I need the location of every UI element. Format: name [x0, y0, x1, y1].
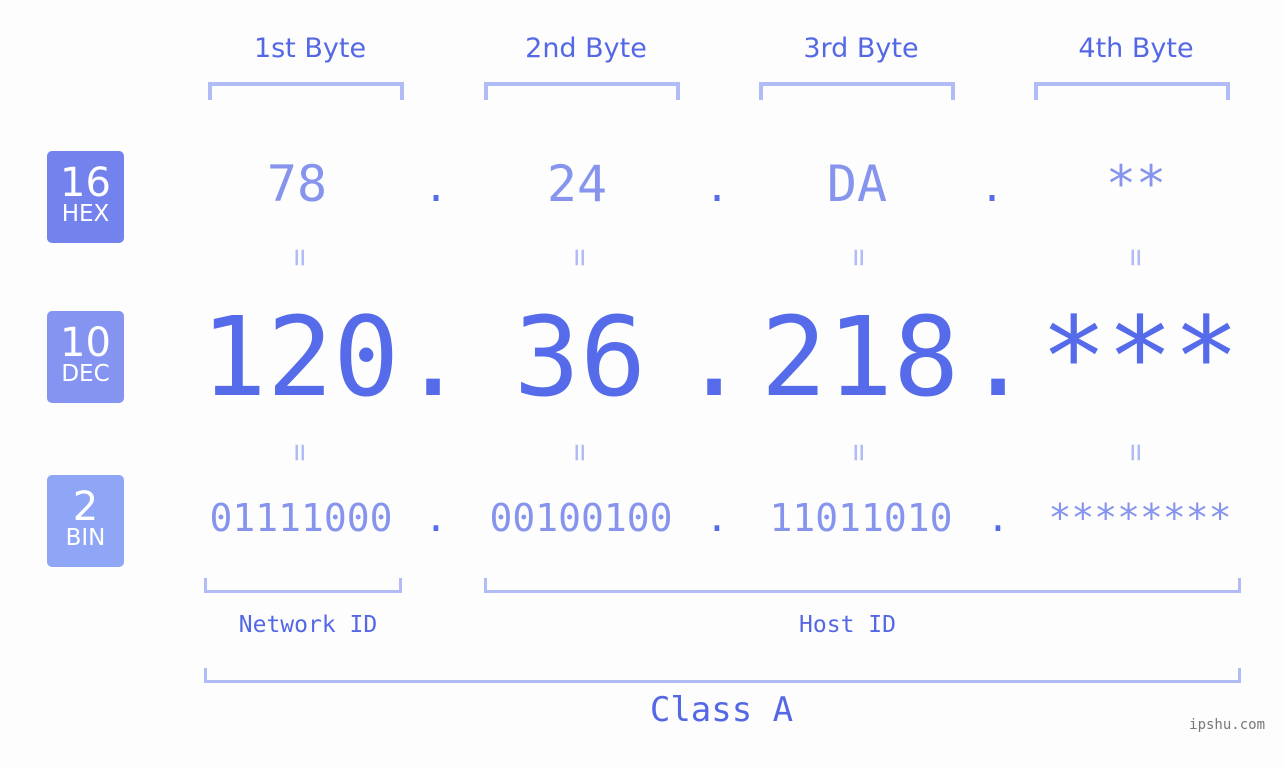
equals-icon: =: [841, 248, 877, 267]
watermark: ipshu.com: [1189, 717, 1265, 733]
bin-byte-4: ********: [1048, 496, 1232, 540]
network-id-label: Network ID: [238, 612, 378, 638]
hex-separator-2: .: [704, 165, 730, 211]
hex-badge: 16 HEX: [47, 151, 124, 243]
byte-label-4: 4th Byte: [1078, 33, 1194, 64]
hex-byte-4: **: [1105, 155, 1167, 213]
equals-icon: =: [562, 443, 598, 462]
bin-separator-3: .: [986, 496, 1010, 540]
hex-byte-1: 78: [266, 155, 328, 213]
byte-label-1: 1st Byte: [253, 33, 367, 64]
host-id-label: Host ID: [799, 612, 896, 638]
dec-byte-3: 218: [760, 293, 960, 421]
byte-label-3: 3rd Byte: [803, 33, 919, 64]
dec-badge-base: 10: [60, 320, 111, 366]
hex-byte-2: 24: [546, 155, 608, 213]
equals-icon: =: [282, 248, 318, 267]
hex-badge-base: 16: [60, 160, 111, 206]
bin-separator-1: .: [424, 496, 448, 540]
equals-icon: =: [1118, 248, 1154, 267]
bin-separator-2: .: [705, 496, 729, 540]
dec-separator-3: .: [965, 293, 1032, 421]
dec-badge: 10 DEC: [47, 311, 124, 403]
dec-byte-4: ***: [1040, 293, 1240, 421]
byte-bracket-2: [484, 82, 680, 100]
bin-badge-base: 2: [72, 484, 99, 530]
class-label: Class A: [649, 690, 794, 730]
dec-separator-1: .: [400, 293, 467, 421]
bin-byte-3: 11011010: [769, 496, 953, 540]
bin-badge: 2 BIN: [47, 475, 124, 567]
byte-bracket-3: [759, 82, 955, 100]
dec-badge-label: DEC: [61, 361, 110, 387]
equals-icon: =: [282, 443, 318, 462]
bin-byte-1: 01111000: [209, 496, 393, 540]
hex-badge-label: HEX: [61, 201, 110, 227]
byte-label-2: 2nd Byte: [525, 33, 647, 64]
byte-bracket-1: [208, 82, 404, 100]
dec-byte-1: 120: [200, 293, 400, 421]
equals-icon: =: [1118, 443, 1154, 462]
dec-separator-2: .: [681, 293, 748, 421]
hex-byte-3: DA: [826, 155, 888, 213]
network-id-bracket: [204, 578, 402, 593]
hex-separator-3: .: [979, 165, 1005, 211]
bin-byte-2: 00100100: [489, 496, 673, 540]
bin-badge-label: BIN: [65, 525, 106, 551]
equals-icon: =: [841, 443, 877, 462]
hex-separator-1: .: [423, 165, 449, 211]
host-id-bracket: [484, 578, 1241, 593]
dec-byte-2: 36: [513, 293, 647, 421]
class-bracket: [204, 668, 1241, 683]
byte-bracket-4: [1034, 82, 1230, 100]
equals-icon: =: [562, 248, 598, 267]
